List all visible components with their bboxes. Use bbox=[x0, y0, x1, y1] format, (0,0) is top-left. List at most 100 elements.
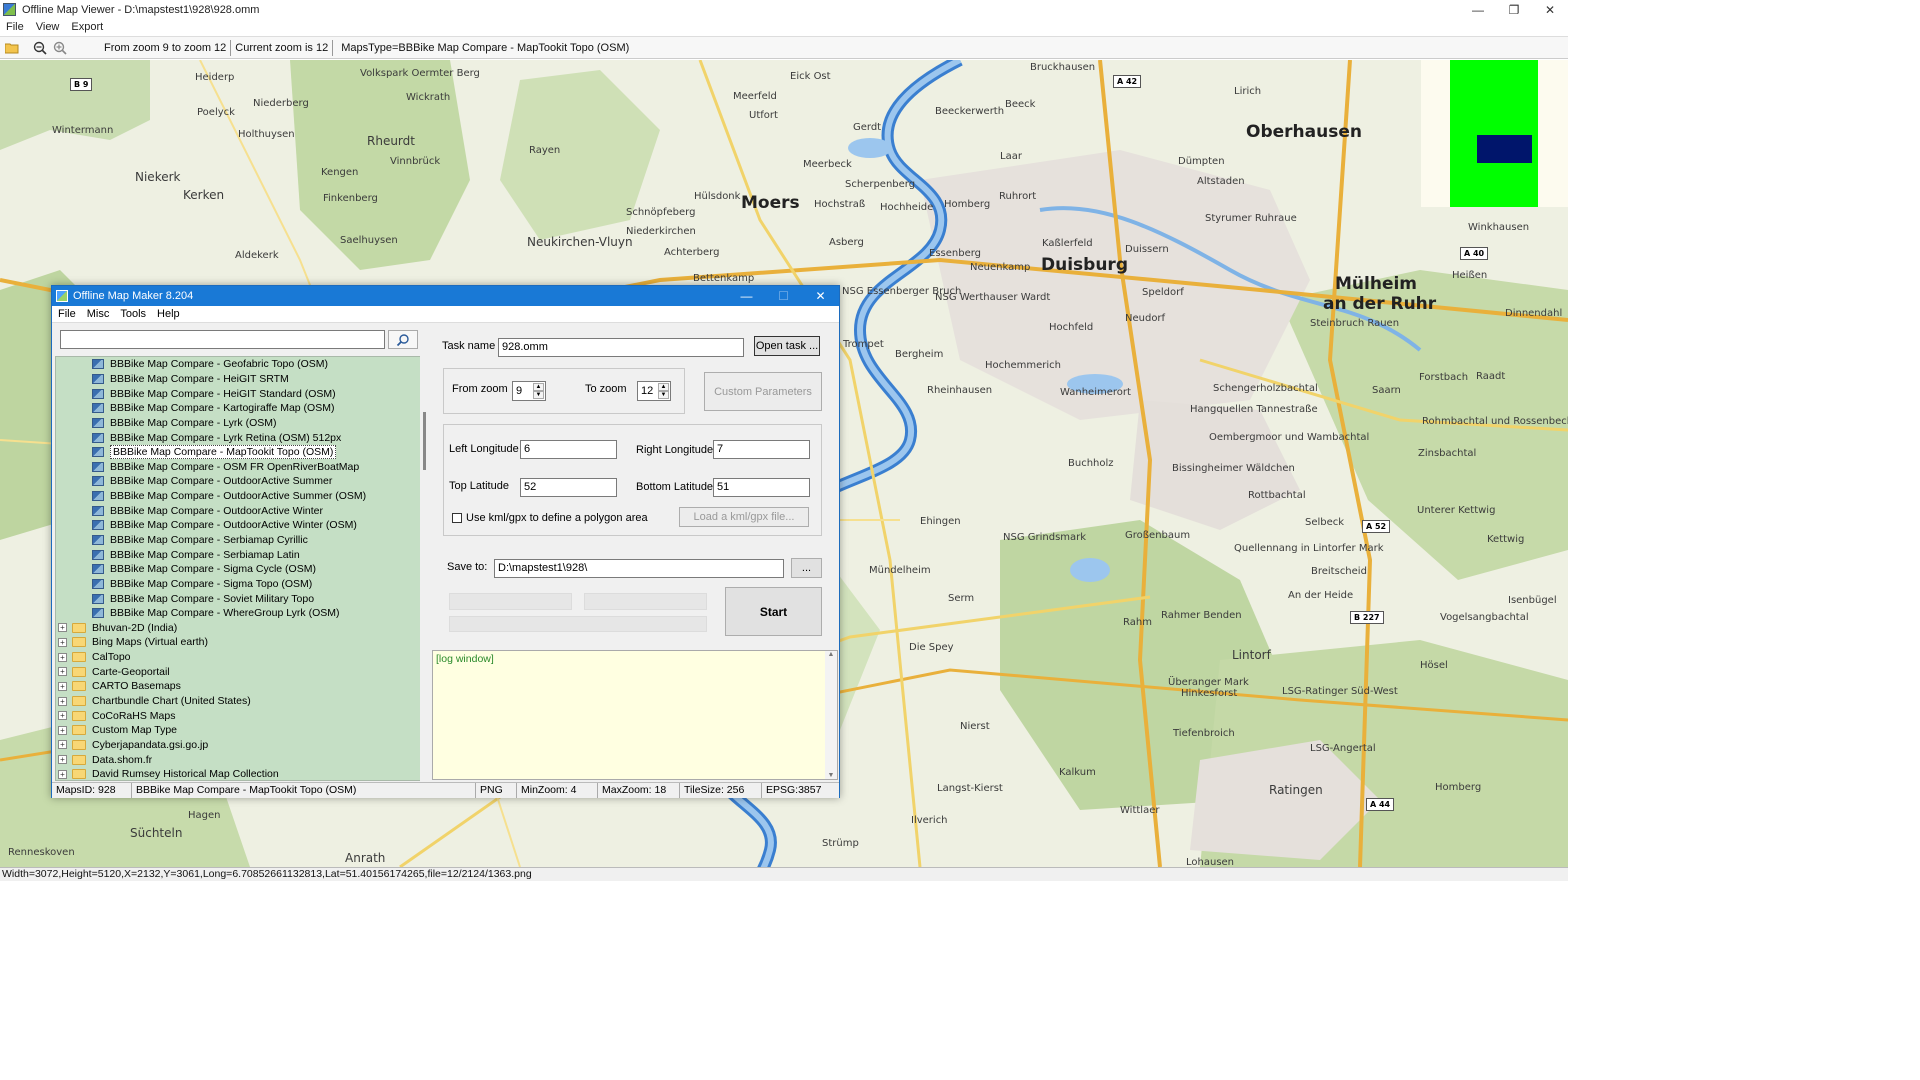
tree-item-map[interactable]: BBBike Map Compare - Sigma Topo (OSM) bbox=[56, 577, 427, 592]
tree-item-map[interactable]: BBBike Map Compare - Geofabric Topo (OSM… bbox=[56, 357, 427, 372]
dialog-minimize-button[interactable]: — bbox=[728, 286, 765, 306]
offline-map-maker-dialog: Offline Map Maker 8.204 — ☐ ✕ File Misc … bbox=[51, 285, 840, 798]
log-window[interactable]: [log window] ▲ ▼ bbox=[432, 650, 838, 780]
town-label: Selbeck bbox=[1305, 517, 1345, 528]
town-label: Vinnbrück bbox=[390, 156, 441, 167]
expand-icon[interactable]: + bbox=[58, 623, 67, 633]
overview-viewport-marker[interactable] bbox=[1477, 135, 1532, 163]
expand-icon[interactable]: + bbox=[58, 681, 67, 691]
expand-icon[interactable]: + bbox=[58, 755, 67, 765]
scroll-thumb[interactable] bbox=[423, 412, 426, 470]
town-label: Dümpten bbox=[1178, 156, 1225, 167]
dialog-menu-help[interactable]: Help bbox=[151, 308, 185, 320]
search-button[interactable] bbox=[388, 330, 418, 349]
tree-item-folder[interactable]: + Custom Map Type bbox=[56, 723, 427, 738]
right-longitude-input[interactable]: 7 bbox=[713, 440, 810, 459]
expand-icon[interactable]: + bbox=[58, 769, 67, 779]
town-label: Neudorf bbox=[1125, 313, 1166, 324]
tree-item-map[interactable]: BBBike Map Compare - HeiGIT SRTM bbox=[56, 372, 427, 387]
town-label: Homberg bbox=[944, 199, 991, 210]
zoom-out-icon[interactable] bbox=[32, 40, 48, 56]
save-to-input[interactable]: D:\mapstest1\928\ bbox=[494, 559, 784, 578]
expand-icon[interactable]: + bbox=[58, 711, 67, 721]
scroll-up-icon[interactable]: ▲ bbox=[825, 651, 837, 658]
tree-item-folder[interactable]: + Chartbundle Chart (United States) bbox=[56, 694, 427, 709]
start-button[interactable]: Start bbox=[725, 587, 822, 636]
scroll-down-icon[interactable]: ▼ bbox=[825, 772, 837, 779]
expand-icon[interactable]: + bbox=[58, 696, 67, 706]
dialog-close-button[interactable]: ✕ bbox=[802, 286, 839, 306]
close-button[interactable]: ✕ bbox=[1532, 0, 1568, 19]
tree-item-map[interactable]: BBBike Map Compare - MapTookit Topo (OSM… bbox=[56, 445, 427, 460]
zoom-in-icon[interactable] bbox=[52, 40, 68, 56]
tree-item-folder[interactable]: + CalTopo bbox=[56, 650, 427, 665]
menu-view[interactable]: View bbox=[30, 21, 66, 33]
open-folder-icon[interactable] bbox=[4, 40, 20, 56]
expand-icon[interactable]: + bbox=[58, 667, 67, 677]
tree-item-map[interactable]: BBBike Map Compare - OutdoorActive Winte… bbox=[56, 518, 427, 533]
browse-folder-button[interactable]: ... bbox=[791, 558, 822, 578]
restore-button[interactable]: ❐ bbox=[1496, 0, 1532, 19]
tree-item-map[interactable]: BBBike Map Compare - Lyrk Retina (OSM) 5… bbox=[56, 430, 427, 445]
from-zoom-spinner[interactable]: 9 ▲ ▼ bbox=[512, 381, 546, 401]
tree-item-folder[interactable]: + David Rumsey Historical Map Collection bbox=[56, 767, 427, 780]
spin-up-icon[interactable]: ▲ bbox=[658, 383, 669, 391]
expand-icon[interactable]: + bbox=[58, 725, 67, 735]
tree-item-map[interactable]: BBBike Map Compare - WhereGroup Lyrk (OS… bbox=[56, 606, 427, 621]
tree-item-map[interactable]: BBBike Map Compare - OutdoorActive Summe… bbox=[56, 489, 427, 504]
tree-item-map[interactable]: BBBike Map Compare - HeiGIT Standard (OS… bbox=[56, 386, 427, 401]
spin-down-icon[interactable]: ▼ bbox=[658, 391, 669, 399]
load-kml-button[interactable]: Load a kml/gpx file... bbox=[679, 507, 809, 527]
map-search-input[interactable] bbox=[60, 330, 385, 349]
menu-file[interactable]: File bbox=[0, 21, 30, 33]
expand-icon[interactable]: + bbox=[58, 652, 67, 662]
open-task-button[interactable]: Open task ... bbox=[754, 336, 820, 356]
tree-item-folder[interactable]: + CoCoRaHS Maps bbox=[56, 708, 427, 723]
top-latitude-input[interactable]: 52 bbox=[520, 478, 617, 497]
tree-scrollbar[interactable] bbox=[420, 356, 432, 781]
spin-up-icon[interactable]: ▲ bbox=[533, 383, 544, 391]
menu-export[interactable]: Export bbox=[65, 21, 109, 33]
map-type-tree[interactable]: BBBike Map Compare - Geofabric Topo (OSM… bbox=[55, 356, 428, 781]
town-label: Finkenberg bbox=[323, 193, 378, 204]
tree-item-map[interactable]: BBBike Map Compare - Lyrk (OSM) bbox=[56, 416, 427, 431]
tree-item-folder[interactable]: + Data.shom.fr bbox=[56, 752, 427, 767]
dialog-status-bar: MapsID: 928 BBBike Map Compare - MapTook… bbox=[52, 782, 839, 798]
town-label: Mündelheim bbox=[869, 565, 931, 576]
tree-item-map[interactable]: BBBike Map Compare - Serbiamap Cyrillic bbox=[56, 533, 427, 548]
kml-polygon-checkbox[interactable] bbox=[452, 513, 462, 523]
tree-item-folder[interactable]: + CARTO Basemaps bbox=[56, 679, 427, 694]
expand-icon[interactable]: + bbox=[58, 637, 67, 647]
town-label: Wintermann bbox=[52, 125, 114, 136]
dialog-maximize-button[interactable]: ☐ bbox=[765, 286, 802, 306]
tree-item-label: Carte-Geoportail bbox=[92, 665, 170, 678]
tree-item-map[interactable]: BBBike Map Compare - Soviet Military Top… bbox=[56, 591, 427, 606]
tree-item-map[interactable]: BBBike Map Compare - Serbiamap Latin bbox=[56, 547, 427, 562]
to-zoom-spinner[interactable]: 12 ▲ ▼ bbox=[637, 381, 671, 401]
folder-icon bbox=[72, 739, 86, 750]
tree-item-map[interactable]: BBBike Map Compare - OutdoorActive Summe… bbox=[56, 474, 427, 489]
tree-item-map[interactable]: BBBike Map Compare - OSM FR OpenRiverBoa… bbox=[56, 459, 427, 474]
overview-minimap[interactable] bbox=[1421, 60, 1568, 207]
minimize-button[interactable]: — bbox=[1460, 0, 1496, 19]
spin-down-icon[interactable]: ▼ bbox=[533, 391, 544, 399]
map-tile-icon bbox=[92, 608, 104, 619]
tree-item-folder[interactable]: + Bhuvan-2D (India) bbox=[56, 621, 427, 636]
dialog-menu-tools[interactable]: Tools bbox=[114, 308, 151, 320]
town-label: Bettenkamp bbox=[693, 273, 755, 284]
left-longitude-input[interactable]: 6 bbox=[520, 440, 617, 459]
dialog-title-bar[interactable]: Offline Map Maker 8.204 — ☐ ✕ bbox=[52, 286, 839, 306]
tree-item-folder[interactable]: + Cyberjapandata.gsi.go.jp bbox=[56, 738, 427, 753]
dialog-menu-file[interactable]: File bbox=[52, 308, 81, 320]
tree-item-folder[interactable]: + Carte-Geoportail bbox=[56, 664, 427, 679]
custom-parameters-button[interactable]: Custom Parameters bbox=[704, 372, 822, 411]
tree-item-map[interactable]: BBBike Map Compare - Kartogiraffe Map (O… bbox=[56, 401, 427, 416]
expand-icon[interactable]: + bbox=[58, 740, 67, 750]
task-name-input[interactable]: 928.omm bbox=[498, 338, 744, 357]
tree-item-map[interactable]: BBBike Map Compare - Sigma Cycle (OSM) bbox=[56, 562, 427, 577]
log-scrollbar[interactable]: ▲ ▼ bbox=[825, 651, 837, 779]
bottom-latitude-input[interactable]: 51 bbox=[713, 478, 810, 497]
dialog-menu-misc[interactable]: Misc bbox=[81, 308, 115, 320]
tree-item-folder[interactable]: + Bing Maps (Virtual earth) bbox=[56, 635, 427, 650]
tree-item-map[interactable]: BBBike Map Compare - OutdoorActive Winte… bbox=[56, 503, 427, 518]
